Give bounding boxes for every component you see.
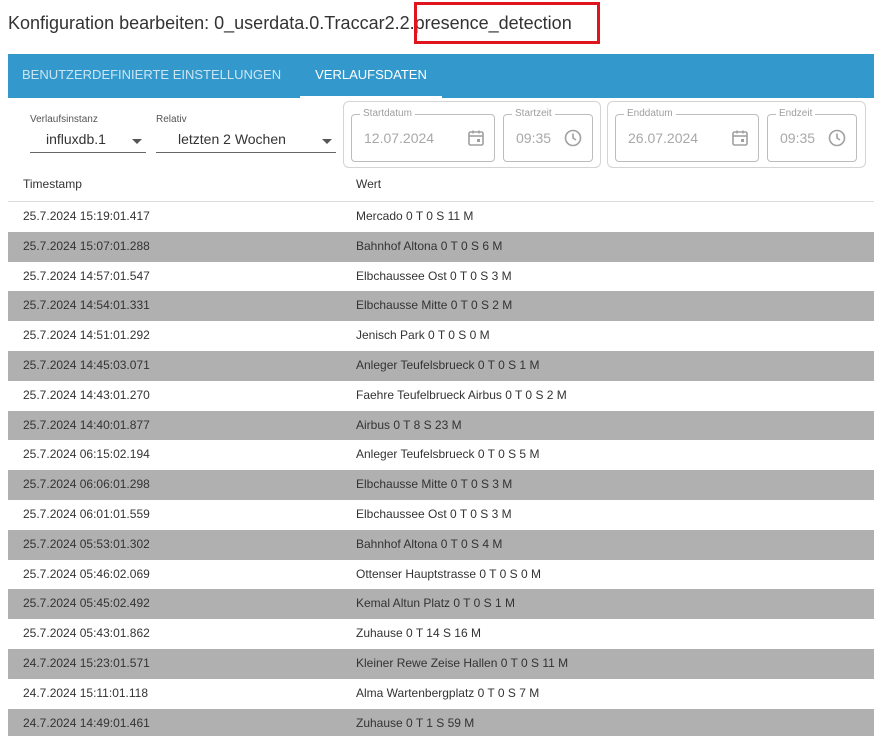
start-time-value: 09:35: [516, 130, 552, 146]
value-cell: Anleger Teufelsbrueck 0 T 0 S 1 M: [356, 357, 540, 372]
timestamp-cell: 25.7.2024 06:01:01.559: [23, 506, 150, 521]
timestamp-cell: 24.7.2024 15:23:01.571: [23, 655, 150, 670]
history-table-body: 25.7.2024 15:19:01.417 Mercado 0 T 0 S 11…: [8, 202, 874, 736]
value-cell: Ottenser Hauptstrasse 0 T 0 S 0 M: [356, 566, 541, 581]
end-date-value: 26.07.2024: [628, 130, 699, 146]
start-date-value: 12.07.2024: [364, 130, 435, 146]
value-cell: Jenisch Park 0 T 0 S 0 M: [356, 328, 490, 343]
table-row[interactable]: 25.7.2024 06:01:01.559 Elbchaussee Ost 0 …: [8, 500, 874, 530]
timestamp-cell: 25.7.2024 06:15:02.194: [23, 447, 150, 462]
timestamp-cell: 25.7.2024 05:43:01.862: [23, 626, 150, 641]
timestamp-cell: 25.7.2024 14:40:01.877: [23, 417, 150, 432]
table-row[interactable]: 25.7.2024 06:15:02.194 Anleger Teufelsbru…: [8, 440, 874, 470]
table-row[interactable]: 25.7.2024 15:19:01.417 Mercado 0 T 0 S 11…: [8, 202, 874, 232]
calendar-icon[interactable]: [466, 128, 486, 148]
end-time-value: 09:35: [780, 130, 816, 146]
value-cell: Kemal Altun Platz 0 T 0 S 1 M: [356, 596, 515, 611]
timestamp-cell: 25.7.2024 05:53:01.302: [23, 536, 150, 551]
timestamp-cell: 25.7.2024 15:07:01.288: [23, 238, 150, 253]
end-date-label: Enddatum: [624, 108, 676, 119]
table-row[interactable]: 25.7.2024 14:57:01.547 Elbchaussee Ost 0 …: [8, 262, 874, 292]
clock-icon[interactable]: [827, 128, 847, 148]
history-config-dialog: Konfiguration bearbeiten: 0_userdata.0.T…: [0, 0, 874, 736]
table-row[interactable]: 25.7.2024 05:53:01.302 Bahnhof Altona 0 T…: [8, 529, 874, 560]
timestamp-cell: 25.7.2024 14:57:01.547: [23, 268, 150, 283]
value-cell: Zuhause 0 T 14 S 16 M: [356, 626, 481, 641]
table-row[interactable]: 25.7.2024 14:40:01.877 Airbus 0 T 8 S 23 …: [8, 410, 874, 441]
relative-value: letzten 2 Wochen: [178, 131, 286, 147]
start-date-field[interactable]: Startdatum 12.07.2024: [351, 108, 495, 162]
instance-value: influxdb.1: [46, 131, 106, 147]
end-date-field[interactable]: Enddatum 26.07.2024: [615, 108, 759, 162]
value-cell: Zuhause 0 T 1 S 59 M: [356, 715, 475, 730]
start-date-label: Startdatum: [360, 108, 415, 119]
value-cell: Alma Wartenbergplatz 0 T 0 S 7 M: [356, 685, 540, 700]
timestamp-cell: 25.7.2024 14:54:01.331: [23, 298, 150, 313]
column-header-value[interactable]: Wert: [356, 177, 381, 191]
value-cell: Anleger Teufelsbrueck 0 T 0 S 5 M: [356, 447, 540, 462]
dialog-title: Konfiguration bearbeiten: 0_userdata.0.T…: [8, 13, 572, 34]
timestamp-cell: 25.7.2024 14:51:01.292: [23, 328, 150, 343]
value-cell: Elbchausse Mitte 0 T 0 S 2 M: [356, 298, 513, 313]
value-cell: Bahnhof Altona 0 T 0 S 4 M: [356, 536, 503, 551]
start-time-label: Startzeit: [512, 108, 555, 119]
value-cell: Kleiner Rewe Zeise Hallen 0 T 0 S 11 M: [356, 655, 569, 670]
timestamp-cell: 25.7.2024 06:06:01.298: [23, 477, 150, 492]
relative-select[interactable]: letzten 2 Wochen: [156, 129, 336, 153]
instance-label: Verlaufsinstanz: [30, 114, 98, 125]
table-row[interactable]: 25.7.2024 05:46:02.069 Ottenser Hauptstra…: [8, 560, 874, 590]
chevron-down-icon: [132, 139, 142, 144]
end-time-field[interactable]: Endzeit 09:35: [767, 108, 857, 162]
column-header-timestamp[interactable]: Timestamp: [23, 177, 82, 191]
table-row[interactable]: 25.7.2024 05:43:01.862 Zuhause 0 T 14 S 1…: [8, 619, 874, 649]
table-row[interactable]: 25.7.2024 14:51:01.292 Jenisch Park 0 T 0…: [8, 321, 874, 351]
dialog-title-prefix: Konfiguration bearbeiten: 0_userdata.0.T…: [8, 13, 415, 33]
table-row[interactable]: 25.7.2024 05:45:02.492 Kemal Altun Platz …: [8, 589, 874, 620]
calendar-icon[interactable]: [730, 128, 750, 148]
timestamp-cell: 25.7.2024 05:46:02.069: [23, 566, 150, 581]
value-cell: Elbchausse Mitte 0 T 0 S 3 M: [356, 477, 513, 492]
dialog-title-highlight: presence_detection: [414, 13, 572, 33]
relative-label: Relativ: [156, 114, 187, 125]
tab-custom-settings[interactable]: Benutzerdefinierte Einstellungen: [22, 54, 281, 98]
clock-icon[interactable]: [563, 128, 583, 148]
table-row[interactable]: 24.7.2024 14:49:01.461 Zuhause 0 T 1 S 59…: [8, 708, 874, 736]
instance-select[interactable]: influxdb.1: [30, 129, 146, 153]
table-row[interactable]: 25.7.2024 15:07:01.288 Bahnhof Altona 0 T…: [8, 231, 874, 262]
value-cell: Bahnhof Altona 0 T 0 S 6 M: [356, 238, 503, 253]
timestamp-cell: 25.7.2024 15:19:01.417: [23, 209, 150, 223]
table-row[interactable]: 25.7.2024 14:45:03.071 Anleger Teufelsbru…: [8, 350, 874, 381]
timestamp-cell: 25.7.2024 14:43:01.270: [23, 387, 150, 402]
start-time-field[interactable]: Startzeit 09:35: [503, 108, 593, 162]
table-header: Timestamp Wert: [8, 170, 874, 202]
tab-history-data[interactable]: Verlaufsdaten: [300, 54, 442, 98]
timestamp-cell: 24.7.2024 14:49:01.461: [23, 715, 150, 730]
value-cell: Faehre Teufelbrueck Airbus 0 T 0 S 2 M: [356, 387, 567, 402]
table-row[interactable]: 25.7.2024 14:54:01.331 Elbchausse Mitte 0…: [8, 291, 874, 322]
chevron-down-icon: [322, 139, 332, 144]
table-row[interactable]: 25.7.2024 14:43:01.270 Faehre Teufelbruec…: [8, 381, 874, 411]
end-time-label: Endzeit: [776, 108, 816, 119]
table-row[interactable]: 24.7.2024 15:23:01.571 Kleiner Rewe Zeise…: [8, 648, 874, 679]
timestamp-cell: 24.7.2024 15:11:01.118: [23, 685, 149, 700]
value-cell: Elbchaussee Ost 0 T 0 S 3 M: [356, 506, 512, 521]
value-cell: Airbus 0 T 8 S 23 M: [356, 417, 462, 432]
timestamp-cell: 25.7.2024 14:45:03.071: [23, 357, 150, 372]
value-cell: Elbchaussee Ost 0 T 0 S 3 M: [356, 268, 512, 283]
timestamp-cell: 25.7.2024 05:45:02.492: [23, 596, 150, 611]
tab-bar: Benutzerdefinierte Einstellungen Verlauf…: [8, 54, 874, 98]
table-row[interactable]: 24.7.2024 15:11:01.118 Alma Wartenbergpla…: [8, 679, 874, 709]
table-row[interactable]: 25.7.2024 06:06:01.298 Elbchausse Mitte 0…: [8, 470, 874, 500]
value-cell: Mercado 0 T 0 S 11 M: [356, 209, 474, 223]
